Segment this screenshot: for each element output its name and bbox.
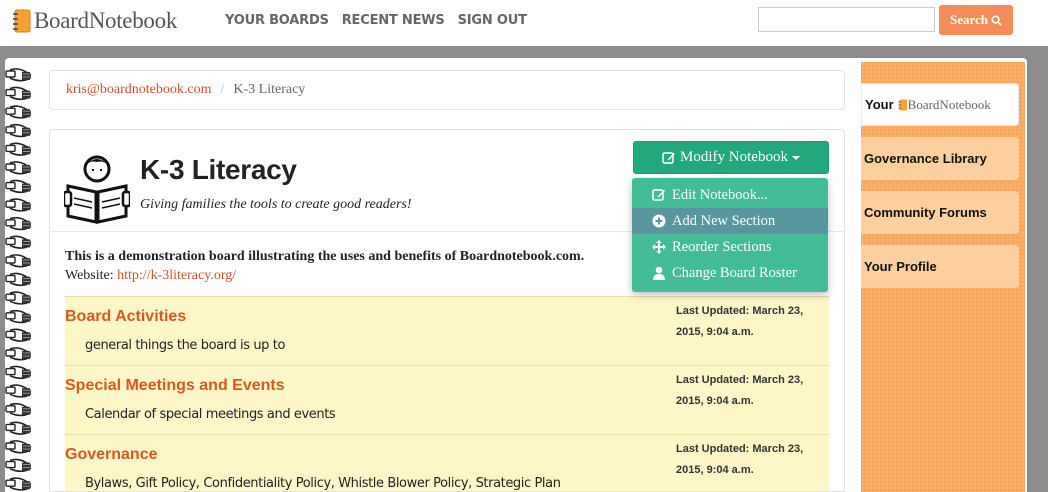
section-item[interactable]: Special Meetings and Events Calendar of … — [65, 365, 829, 434]
section-description: general things the board is up to — [85, 338, 286, 353]
sidebar-logo-text: BoardNotebook — [907, 96, 991, 112]
modify-notebook-button[interactable]: Modify Notebook — [633, 141, 829, 174]
section-title[interactable]: Special Meetings and Events — [65, 377, 285, 395]
section-description: Calendar of special meetings and events — [85, 407, 336, 422]
nav-sign-out[interactable]: SIGN OUT — [458, 13, 527, 28]
menu-item-change-board-roster[interactable]: Change Board Roster — [632, 260, 828, 286]
user-icon — [653, 266, 665, 280]
logo-text: BoardNotebook — [34, 8, 178, 33]
menu-item-label: Change Board Roster — [672, 264, 797, 281]
edit-icon — [662, 151, 676, 164]
menu-item-reorder-sections[interactable]: Reorder Sections — [632, 234, 828, 260]
website-link[interactable]: http://k-3literacy.org/ — [117, 268, 236, 283]
search-button[interactable]: Search — [939, 5, 1013, 35]
child-reading-icon — [64, 155, 130, 224]
website-label: Website: — [65, 268, 114, 283]
menu-item-label: Add New Section — [672, 212, 776, 229]
sidebar-mini-logo: BoardNotebook — [898, 97, 991, 113]
board-title: K-3 Literacy — [140, 154, 297, 185]
breadcrumb: kris@boardnotebook.com / K-3 Literacy — [49, 70, 845, 110]
menu-item-edit-notebook[interactable]: Edit Notebook... — [632, 182, 828, 208]
modify-notebook-label: Modify Notebook — [680, 149, 788, 165]
search-icon — [991, 14, 1002, 26]
notebook-logo-icon — [13, 9, 31, 33]
sidebar-item-governance-library[interactable]: Governance Library — [861, 137, 1019, 180]
nav-recent-news[interactable]: RECENT NEWS — [342, 13, 445, 28]
sidebar-item-your-boardnotebook[interactable]: Your BoardNotebook — [861, 83, 1019, 126]
section-description: Bylaws, Gift Policy, Confidentiality Pol… — [85, 476, 561, 491]
section-title[interactable]: Board Activities — [65, 308, 186, 326]
menu-item-add-new-section[interactable]: Add New Section — [632, 208, 828, 234]
section-item[interactable]: Governance Bylaws, Gift Policy, Confiden… — [65, 434, 829, 491]
edit-icon — [652, 189, 665, 201]
top-navbar: BoardNotebook YOUR BOARDS RECENT NEWS SI… — [0, 0, 1048, 46]
sidebar-item-your-profile[interactable]: Your Profile — [861, 245, 1019, 288]
section-updated: Last Updated: March 23, 2015, 9:04 a.m. — [676, 301, 826, 343]
modify-notebook-menu: Edit Notebook... Add New Section Reorder… — [632, 178, 828, 292]
notebook-logo-icon — [898, 99, 907, 110]
nav-your-boards[interactable]: YOUR BOARDS — [225, 13, 329, 28]
search-button-label: Search — [949, 12, 989, 27]
main-nav: YOUR BOARDS RECENT NEWS SIGN OUT — [225, 13, 540, 28]
plus-circle-icon — [652, 214, 666, 228]
section-updated-line1: Last Updated: March 23, — [676, 374, 804, 386]
section-updated-line2: 2015, 9:04 a.m. — [676, 395, 754, 407]
section-updated: Last Updated: March 23, 2015, 9:04 a.m. — [676, 439, 826, 481]
board-tagline: Giving families the tools to create good… — [140, 197, 412, 212]
caret-down-icon — [791, 155, 800, 160]
section-list: Board Activities general things the boar… — [65, 296, 829, 491]
search-input[interactable] — [758, 7, 935, 32]
menu-item-label: Reorder Sections — [672, 238, 772, 255]
breadcrumb-user[interactable]: kris@boardnotebook.com — [66, 82, 211, 98]
spiral-binding-icon — [5, 68, 31, 491]
section-item[interactable]: Board Activities general things the boar… — [65, 296, 829, 365]
sidebar-item-community-forums[interactable]: Community Forums — [861, 191, 1019, 234]
menu-item-label: Edit Notebook... — [672, 186, 768, 203]
sidebar-your-heading: Your BoardNotebook — [865, 97, 991, 113]
section-updated-line1: Last Updated: March 23, — [676, 305, 804, 317]
section-updated-line2: 2015, 9:04 a.m. — [676, 464, 754, 476]
breadcrumb-current: K-3 Literacy — [233, 82, 306, 97]
section-updated-line1: Last Updated: March 23, — [676, 443, 804, 455]
breadcrumb-separator: / — [220, 82, 225, 97]
move-icon — [652, 240, 666, 254]
section-updated: Last Updated: March 23, 2015, 9:04 a.m. — [676, 370, 826, 412]
section-updated-line2: 2015, 9:04 a.m. — [676, 326, 754, 338]
sidebar-your-label: Your — [865, 97, 894, 112]
section-title[interactable]: Governance — [65, 446, 157, 464]
right-sidebar: Your BoardNotebook Governance Library Co… — [861, 62, 1025, 492]
site-logo[interactable]: BoardNotebook — [12, 6, 177, 36]
